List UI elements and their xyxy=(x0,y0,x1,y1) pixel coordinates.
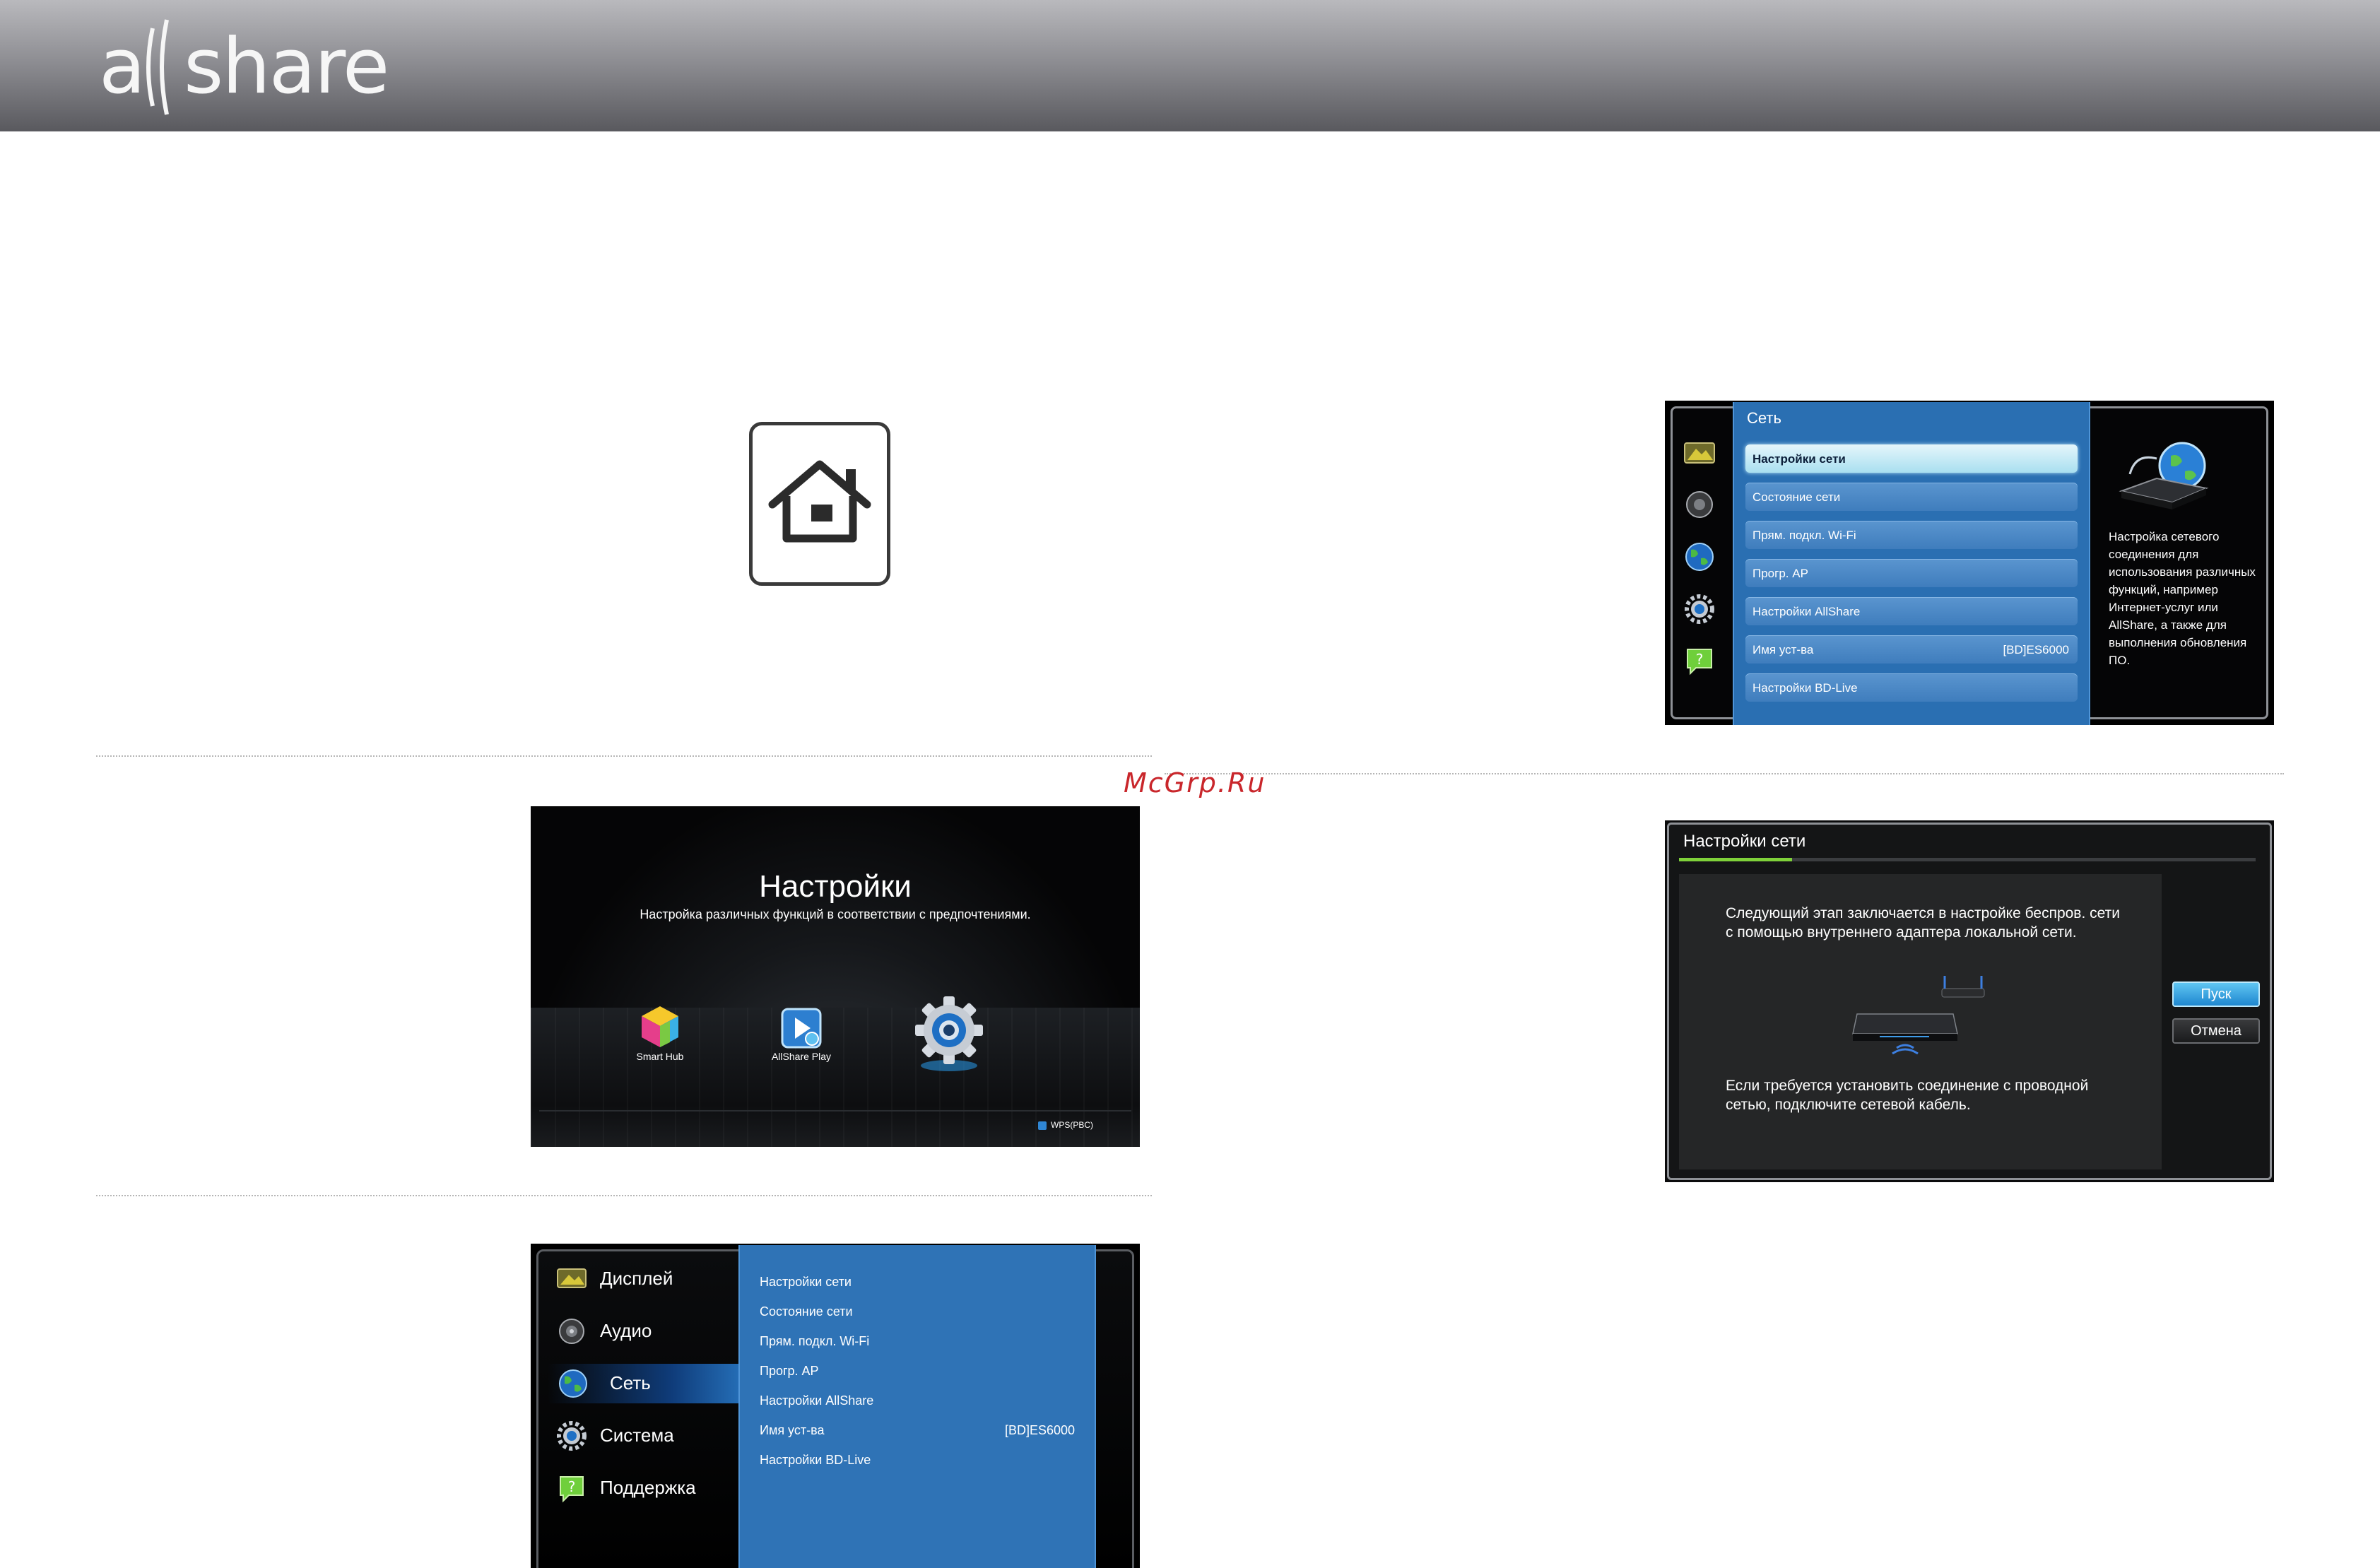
menu-item-wifi-direct[interactable]: Прям. подкл. Wi-Fi xyxy=(1745,521,2078,549)
display-icon xyxy=(1684,442,1715,464)
wps-d-button-icon xyxy=(1038,1121,1047,1130)
globe-icon xyxy=(559,1369,587,1398)
wps-label: WPS(PBC) xyxy=(1051,1120,1093,1130)
dialog-text-wireless: Следующий этап заключается в настройке б… xyxy=(1726,905,2120,941)
menu-item-bd-live-settings[interactable]: Настройки BD-Live xyxy=(1745,673,2078,702)
menu-item-network-status[interactable]: Состояние сети xyxy=(760,1304,1075,1319)
watermark: McGrp.Ru xyxy=(1124,767,1266,798)
menu-item-network-settings[interactable]: Настройки сети xyxy=(1745,444,2078,473)
audio-icon xyxy=(1686,491,1713,518)
home-button-icon xyxy=(749,422,890,586)
device-name-value: [BD]ES6000 xyxy=(1004,1423,1075,1437)
separator xyxy=(1165,773,2284,774)
category-label: Дисплей xyxy=(600,1268,673,1289)
bluray-player-router-icon xyxy=(1852,976,1985,1055)
help-description: Настройка сетевого соединения для исполь… xyxy=(2109,530,2256,667)
separator xyxy=(96,755,1152,757)
settings-home-screen: Настройки Настройка различных функций в … xyxy=(531,806,1140,1147)
separator xyxy=(96,1195,1152,1196)
start-button[interactable]: Пуск xyxy=(2172,982,2260,1007)
screen-title: Настройки xyxy=(759,869,912,904)
header-bar: a share xyxy=(0,0,2380,131)
network-settings-dialog-screen: Настройки сети Следующий этап заключаетс… xyxy=(1665,820,2274,1182)
panel-title: Сеть xyxy=(1747,409,1781,427)
svg-text:?: ? xyxy=(1696,651,1704,668)
dialog-text-wired: Если требуется установить соединение с п… xyxy=(1726,1078,2089,1113)
menu-item-soft-ap[interactable]: Прогр. AP xyxy=(1745,559,2078,587)
cancel-button[interactable]: Отмена xyxy=(2172,1018,2260,1044)
gear-icon xyxy=(557,1421,587,1451)
svg-text:?: ? xyxy=(568,1478,576,1495)
menu-item-allshare-settings[interactable]: Настройки AllShare xyxy=(1745,597,2078,625)
menu-item-network-status[interactable]: Состояние сети xyxy=(1745,483,2078,511)
wps-hint: WPS(PBC) xyxy=(1038,1120,1093,1130)
gear-icon xyxy=(1685,594,1714,624)
network-panel: Сеть Настройки сети Состояние сети Прям.… xyxy=(1733,402,2090,725)
app-label: AllShare Play xyxy=(771,1051,832,1062)
display-icon xyxy=(557,1268,587,1288)
support-icon: ? xyxy=(560,1476,584,1503)
settings-menu-screen: Дисплей Аудио Сеть Система ? Поддержка Н xyxy=(531,1244,1140,1568)
menu-item-device-name[interactable]: Имя уст-ва [BD]ES6000 xyxy=(760,1423,1075,1438)
menu-item-network-settings[interactable]: Настройки сети xyxy=(760,1275,1075,1290)
logo-word-share: share xyxy=(184,23,389,111)
app-smart-hub[interactable]: Smart Hub xyxy=(596,1003,724,1062)
dialog-title: Настройки сети xyxy=(1683,832,1806,851)
menu-item-bd-live-settings[interactable]: Настройки BD-Live xyxy=(760,1453,1075,1468)
category-label: Сеть xyxy=(610,1372,651,1393)
screen-subtitle: Настройка различных функций в соответств… xyxy=(640,907,1031,921)
network-device-globe-icon xyxy=(2119,442,2209,509)
logo-letter-a: a xyxy=(99,23,146,111)
screen-bottom-bar xyxy=(539,1110,1131,1112)
network-menu-screen: ? Сеть Настройки сети Состояние сети Пря… xyxy=(1665,401,2274,725)
menu-item-soft-ap[interactable]: Прогр. AP xyxy=(760,1364,1075,1379)
support-icon: ? xyxy=(1687,649,1712,676)
menu-item-device-name[interactable]: Имя уст-ва [BD]ES6000 xyxy=(1745,635,2078,664)
app-label: Smart Hub xyxy=(636,1051,684,1062)
audio-icon xyxy=(559,1319,584,1344)
allshare-play-icon xyxy=(781,1008,822,1049)
settings-gear-icon xyxy=(915,996,983,1071)
category-label: Система xyxy=(600,1425,674,1446)
setup-progress-bar xyxy=(1679,858,2256,861)
globe-icon xyxy=(1685,543,1714,571)
logo-wave-icon xyxy=(146,19,169,115)
app-allshare-play[interactable]: AllShare Play xyxy=(738,1008,865,1062)
menu-item-allshare-settings[interactable]: Настройки AllShare xyxy=(760,1393,1075,1408)
category-label: Поддержка xyxy=(600,1477,696,1498)
smart-hub-cube-icon xyxy=(642,1006,678,1047)
app-settings[interactable] xyxy=(885,994,1013,1073)
setup-progress-fill xyxy=(1679,858,1792,861)
menu-panel: Настройки сети Состояние сети Прям. подк… xyxy=(738,1245,1096,1568)
category-label: Аудио xyxy=(600,1320,652,1341)
menu-item-wifi-direct[interactable]: Прям. подкл. Wi-Fi xyxy=(760,1334,1075,1349)
device-name-value: [BD]ES6000 xyxy=(2003,643,2069,656)
